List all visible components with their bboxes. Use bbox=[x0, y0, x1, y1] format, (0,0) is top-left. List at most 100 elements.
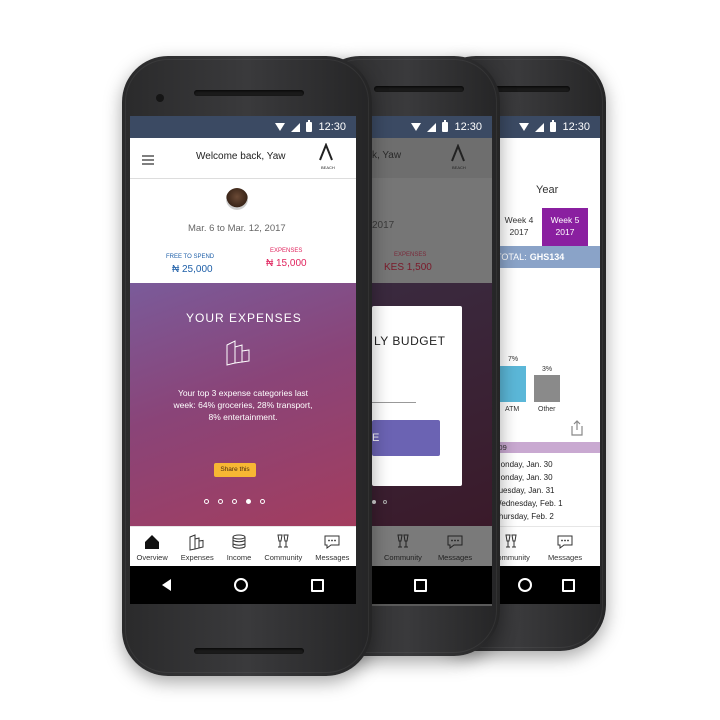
pager-dot[interactable] bbox=[232, 499, 237, 504]
recents-icon[interactable] bbox=[311, 578, 325, 592]
tab-community[interactable]: Community bbox=[384, 533, 422, 562]
screen-middle: 12:30 k, Yaw BEACH 2017 EXPENSES KES 1,5… bbox=[372, 116, 492, 606]
share-icon[interactable] bbox=[570, 420, 584, 436]
system-nav-bar bbox=[130, 566, 356, 604]
screen-right: 12:30 Year Week 4 2017 Week 5 2017 TOTAL… bbox=[484, 116, 600, 604]
battery-icon bbox=[306, 120, 313, 132]
home-icon[interactable] bbox=[233, 578, 248, 592]
expenses-value: KES 1,500 bbox=[384, 262, 432, 273]
free-to-spend-value: ₦ 25,000 bbox=[172, 264, 213, 275]
pager-dots bbox=[204, 499, 265, 504]
card-text-line: week: 64% groceries, 28% transport, bbox=[173, 400, 313, 410]
date-list: Monday, Jan. 30 Monday, Jan. 30 Tuesday,… bbox=[494, 458, 563, 523]
card-text-line: Your top 3 expense categories last bbox=[177, 388, 309, 398]
earpiece-speaker bbox=[194, 90, 304, 96]
recents-icon[interactable] bbox=[562, 578, 575, 592]
app-logo-icon bbox=[451, 144, 465, 162]
tab-messages[interactable]: Messages bbox=[315, 533, 349, 562]
total-value: GHS134 bbox=[529, 252, 565, 262]
pager-dot-active[interactable] bbox=[246, 499, 251, 504]
logo-subtext: BEACH bbox=[452, 165, 466, 170]
wifi-icon bbox=[519, 123, 530, 131]
tab-messages[interactable]: Messages bbox=[438, 533, 472, 562]
date-item[interactable]: Monday, Jan. 30 bbox=[494, 471, 563, 484]
screen-front: 12:30 Welcome back, Yaw BEACH Mar. 6 to … bbox=[130, 116, 356, 604]
pager-dot[interactable] bbox=[204, 499, 209, 504]
tab-income[interactable]: Income bbox=[227, 533, 251, 562]
date-item[interactable]: Wednesday, Feb. 1 bbox=[494, 497, 563, 510]
week-4-tab[interactable]: Week 4 2017 bbox=[496, 208, 542, 246]
week-5-tab[interactable]: Week 5 2017 bbox=[542, 208, 588, 246]
chat-bubble-icon bbox=[557, 535, 573, 549]
week-5-label: Week 5 bbox=[550, 215, 580, 225]
tab-messages-label: Messages bbox=[437, 553, 473, 562]
date-item[interactable]: Thursday, Feb. 2 bbox=[494, 510, 563, 523]
tab-community[interactable]: Community bbox=[264, 533, 302, 562]
battery-icon bbox=[442, 120, 449, 132]
expenses-label: EXPENSES bbox=[394, 252, 427, 258]
logo-subtext: BEACH bbox=[321, 165, 335, 170]
wifi-icon bbox=[411, 123, 422, 131]
bottom-speaker bbox=[194, 648, 304, 654]
modal-input-underline[interactable] bbox=[372, 402, 416, 403]
date-item[interactable]: Tuesday, Jan. 31 bbox=[494, 484, 563, 497]
dimmed-content: 2017 EXPENSES KES 1,500 bbox=[372, 178, 492, 283]
back-icon[interactable] bbox=[161, 579, 171, 591]
home-icon[interactable] bbox=[518, 578, 532, 592]
chat-bubble-icon bbox=[324, 535, 340, 549]
modal-title: LY BUDGET bbox=[374, 334, 446, 348]
chat-bubble-icon bbox=[447, 535, 463, 549]
dimmed-header: k, Yaw BEACH bbox=[372, 138, 492, 179]
tab-messages-label: Messages bbox=[315, 553, 350, 562]
app-header: Welcome back, Yaw BEACH bbox=[130, 138, 356, 179]
bar-atm-pct: 7% bbox=[508, 356, 519, 363]
header-title-partial: k, Yaw bbox=[372, 150, 402, 161]
tab-messages-label: Messages bbox=[547, 553, 583, 562]
tab-community-label: Community bbox=[384, 553, 422, 562]
home-icon bbox=[145, 535, 160, 549]
tab-overview-label: Overview bbox=[136, 553, 168, 562]
bar-atm-label: ATM bbox=[505, 406, 520, 413]
share-this-button[interactable]: Share this bbox=[214, 463, 256, 477]
expenses-label: EXPENSES bbox=[270, 248, 303, 254]
signal-icon bbox=[291, 122, 301, 132]
total-label: TOTAL: bbox=[496, 252, 527, 262]
pager-dot[interactable] bbox=[260, 499, 265, 504]
avatar[interactable] bbox=[226, 188, 248, 210]
period-title: Year bbox=[536, 184, 559, 196]
card-text-line: 8% entertainment. bbox=[208, 412, 278, 422]
share-this-label: Share this bbox=[220, 466, 250, 473]
bar-other bbox=[534, 375, 560, 402]
card-text: Your top 3 expense categories last week:… bbox=[130, 387, 356, 423]
front-camera bbox=[156, 94, 164, 102]
tab-bar: Overview Expenses Income Community Messa… bbox=[130, 526, 356, 566]
date-item[interactable]: Monday, Jan. 30 bbox=[494, 458, 563, 471]
total-bar: TOTAL: GHS134 bbox=[484, 246, 600, 268]
hamburger-menu-icon[interactable] bbox=[142, 155, 154, 165]
modal-submit-button[interactable]: E bbox=[372, 420, 440, 456]
shopping-bags-icon bbox=[189, 534, 204, 551]
system-nav-bar bbox=[372, 566, 492, 604]
system-nav-bar bbox=[484, 566, 600, 604]
glasses-toast-icon bbox=[397, 534, 409, 548]
status-bar: 12:30 bbox=[484, 116, 600, 138]
tab-bar: Community Messages bbox=[484, 526, 600, 566]
tab-overview[interactable]: Overview bbox=[137, 533, 168, 562]
week-4-year: 2017 bbox=[509, 227, 529, 237]
shopping-bags-icon bbox=[226, 340, 250, 366]
phone-front: 12:30 Welcome back, Yaw BEACH Mar. 6 to … bbox=[122, 56, 372, 676]
page-title: Welcome back, Yaw bbox=[196, 151, 286, 162]
modal-submit-label: E bbox=[372, 432, 380, 444]
tab-messages[interactable]: Messages bbox=[548, 533, 582, 562]
bar-other-label: Other bbox=[538, 406, 556, 413]
battery-icon bbox=[550, 120, 557, 132]
pager-dot[interactable] bbox=[383, 500, 387, 504]
date-strip: 02.09 bbox=[484, 442, 600, 453]
pager-dot[interactable] bbox=[218, 499, 223, 504]
recents-icon[interactable] bbox=[414, 578, 427, 592]
bar-atm bbox=[498, 366, 526, 402]
pager-dot[interactable] bbox=[372, 500, 376, 504]
app-logo-icon bbox=[319, 143, 333, 161]
tab-expenses[interactable]: Expenses bbox=[181, 533, 214, 562]
status-bar: 12:30 bbox=[372, 116, 492, 138]
